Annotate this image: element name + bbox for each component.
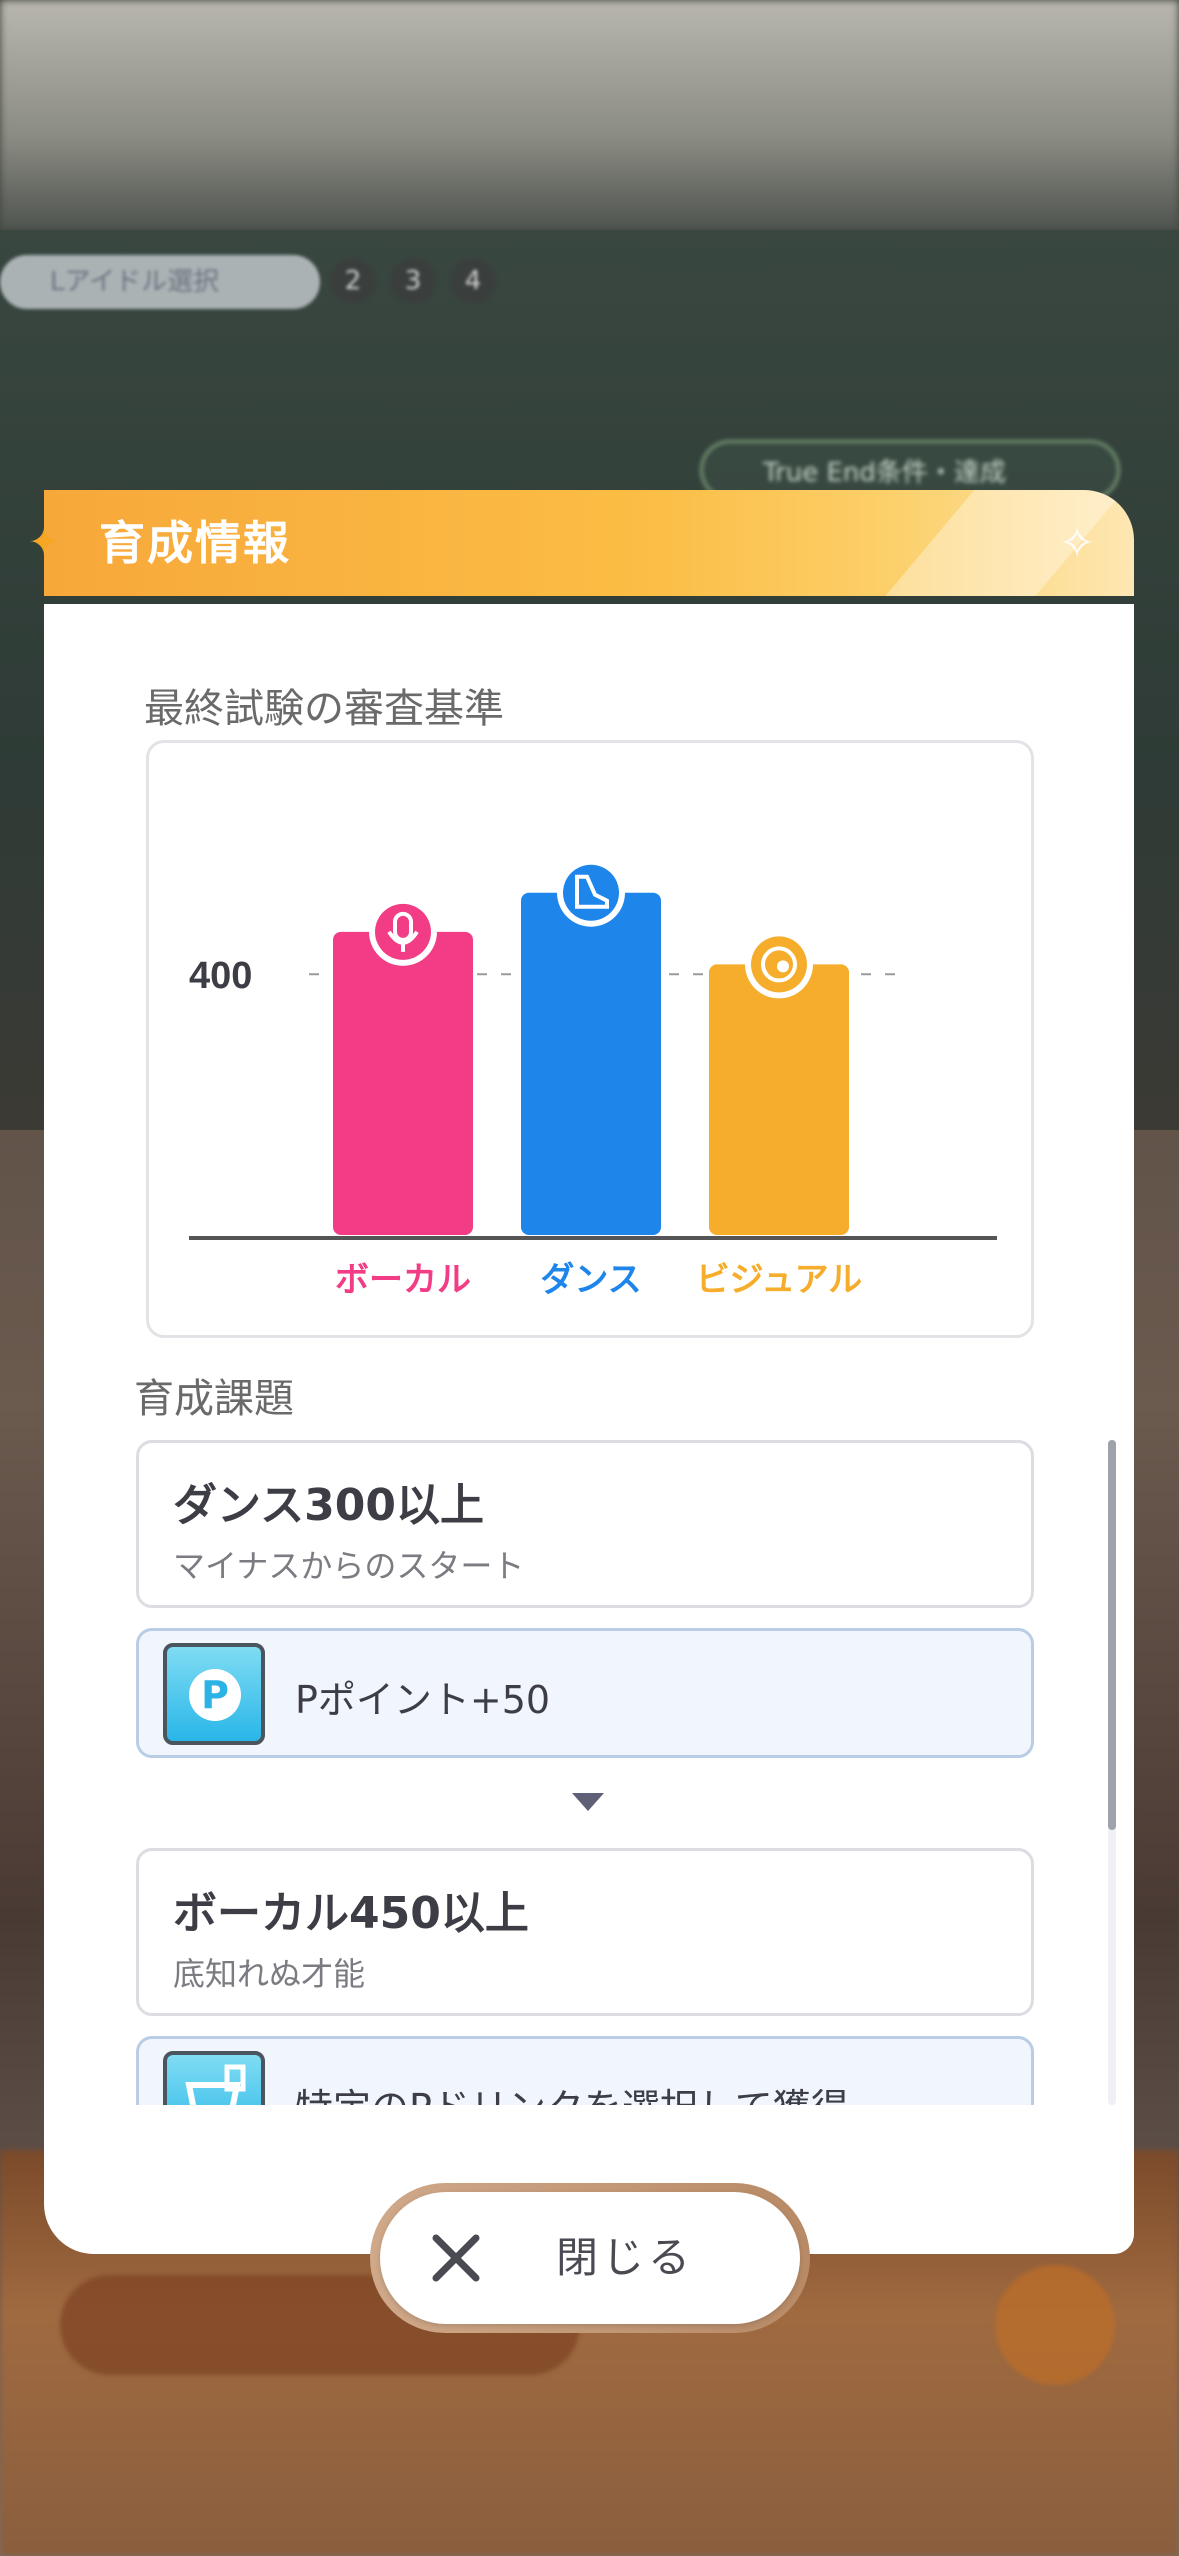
panel-header: 育成情報 xyxy=(44,490,1134,596)
tasks-section-label: 育成課題 xyxy=(134,1376,294,1422)
category-label-2: ダンス xyxy=(540,1260,641,1300)
panel-title: 育成情報 xyxy=(99,516,291,570)
background-top xyxy=(0,0,1179,230)
drink-select-glyph xyxy=(185,2064,246,2105)
eye-pupil xyxy=(777,960,789,973)
arrow-down-icon xyxy=(572,1793,604,1811)
bar-2 xyxy=(521,892,661,1235)
close-button-label: 閉じる xyxy=(556,2233,695,2282)
step-2: 2 xyxy=(330,258,376,304)
category-label-3: ビジュアル xyxy=(696,1260,863,1300)
idol-select-pill: Lアイドル選択 xyxy=(0,255,320,309)
step-3: 3 xyxy=(390,258,436,304)
reward-text: 特定のPドリンクを選択して獲得 xyxy=(295,2077,849,2105)
task-list[interactable]: ダンス300以上 マイナスからのスタート P Pポイント+50 ボーカル450以… xyxy=(44,1440,1104,2105)
reward-card-1[interactable]: P Pポイント+50 xyxy=(136,1628,1034,1758)
task-card-2[interactable]: ボーカル450以上 底知れぬ才能 xyxy=(136,1848,1034,2016)
exam-criteria-label: 最終試験の審査基準 xyxy=(144,686,504,732)
close-button[interactable]: 閉じる xyxy=(380,2192,800,2324)
bar-1 xyxy=(333,931,473,1235)
star-icon: ✦ xyxy=(28,520,60,564)
step-4: 4 xyxy=(450,258,496,304)
close-icon xyxy=(432,2234,480,2282)
p-point-icon: P xyxy=(163,1643,265,1745)
drink-select-icon xyxy=(163,2051,265,2105)
task-subtitle: マイナスからのスタート xyxy=(173,1547,525,1585)
reward-text: Pポイント+50 xyxy=(295,1678,551,1722)
scrollbar-thumb[interactable] xyxy=(1108,1440,1116,1830)
task-card-1[interactable]: ダンス300以上 マイナスからのスタート xyxy=(136,1440,1034,1608)
shoe-icon xyxy=(563,864,619,921)
reward-card-2[interactable]: 特定のPドリンクを選択して獲得 xyxy=(136,2036,1034,2105)
task-title: ダンス300以上 xyxy=(173,1480,484,1531)
task-title: ボーカル450以上 xyxy=(173,1888,529,1939)
task-subtitle: 底知れぬ才能 xyxy=(173,1955,366,1993)
reference-value-label: 400 xyxy=(189,955,252,997)
category-label-1: ボーカル xyxy=(335,1260,471,1300)
exam-bar-chart: 400 ボーカル ダンス ビジュアル xyxy=(189,858,997,1300)
exam-chart-box: 400 ボーカル ダンス ビジュアル xyxy=(146,740,1034,1338)
bar-3 xyxy=(709,964,849,1235)
sparkle-icon: ✧ xyxy=(1058,518,1096,569)
menu-button-background xyxy=(995,2265,1115,2385)
